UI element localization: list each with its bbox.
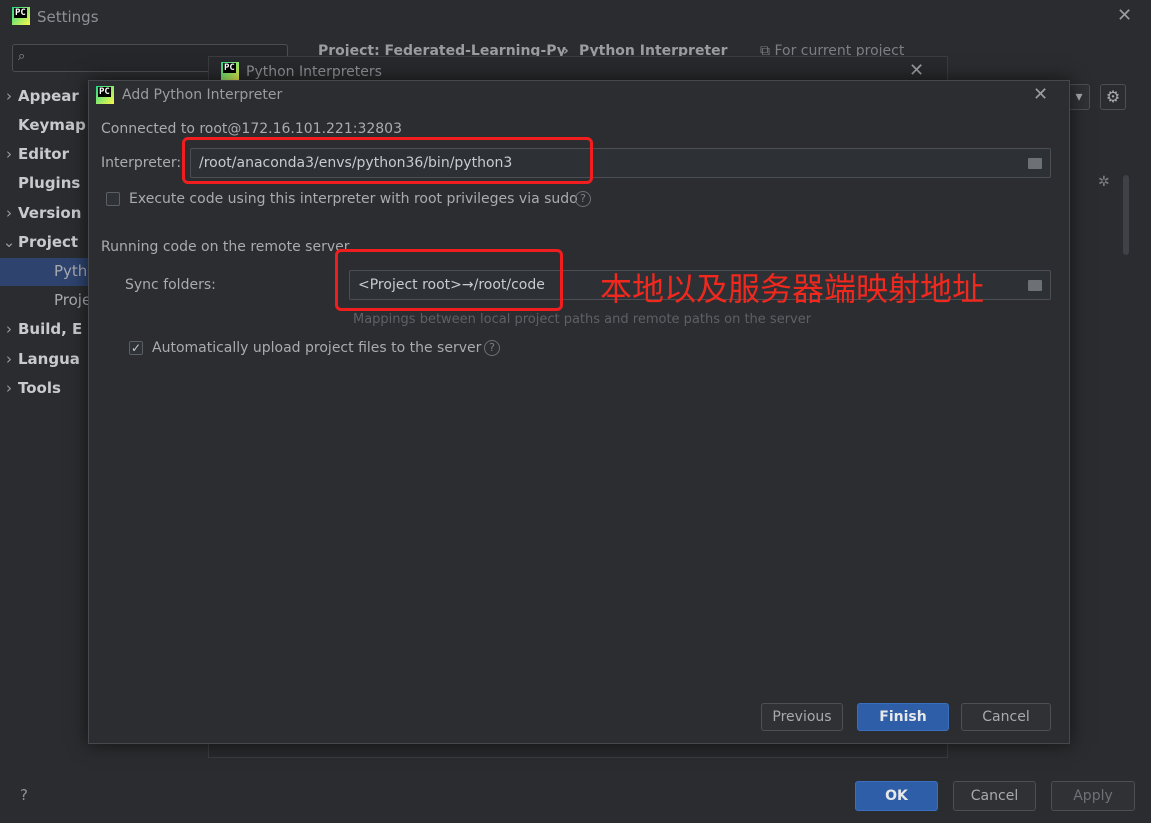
previous-button[interactable]: Previous — [761, 703, 843, 731]
sidebar-item-label: Version — [18, 204, 82, 222]
sudo-label: Execute code using this interpreter with… — [129, 191, 578, 207]
sidebar-item-languages[interactable]: › Langua — [0, 350, 95, 378]
pycharm-logo-icon: PC — [221, 62, 239, 80]
add-dialog-cancel-button[interactable]: Cancel — [961, 703, 1051, 731]
sidebar-item-appearance[interactable]: › Appear — [0, 87, 95, 115]
gear-icon[interactable]: ⚙ — [1100, 84, 1126, 110]
sidebar-item-label: Keymap — [18, 116, 86, 134]
chevron-right-icon: › — [6, 379, 12, 397]
pycharm-logo-icon: PC — [96, 86, 114, 104]
interpreters-close-icon[interactable]: ✕ — [909, 60, 924, 81]
sidebar-item-label: Editor — [18, 145, 69, 163]
finish-button[interactable]: Finish — [857, 703, 949, 731]
chevron-right-icon: › — [6, 350, 12, 368]
chevron-right-icon: › — [6, 320, 12, 338]
connection-status: Connected to root@172.16.101.221:32803 — [101, 121, 402, 137]
sidebar-item-keymap[interactable]: Keymap — [0, 116, 95, 144]
sidebar-item-tools[interactable]: › Tools — [0, 379, 95, 407]
chevron-down-icon: ⌄ — [2, 233, 16, 251]
remote-section-heading: Running code on the remote server — [101, 239, 350, 255]
browse-folder-icon[interactable] — [1028, 280, 1042, 291]
add-dialog-close-icon[interactable]: ✕ — [1033, 84, 1048, 105]
auto-upload-label: Automatically upload project files to th… — [152, 340, 482, 356]
sidebar-item-label: Build, E — [18, 320, 83, 338]
interpreter-highlight-box — [182, 137, 593, 184]
sidebar-item-editor[interactable]: › Editor — [0, 145, 95, 173]
apply-button[interactable]: Apply — [1051, 781, 1135, 811]
scrollbar[interactable] — [1123, 175, 1129, 255]
sidebar-item-project[interactable]: ⌄ Project — [0, 233, 95, 261]
interpreter-dropdown-button[interactable]: ▾ — [1068, 84, 1090, 110]
sidebar-item-label: Plugins — [18, 174, 81, 192]
sidebar-item-plugins[interactable]: Plugins — [0, 174, 95, 202]
sync-folders-hint: Mappings between local project paths and… — [353, 312, 812, 327]
sidebar-item-label: Tools — [18, 379, 61, 397]
auto-upload-checkbox[interactable]: ✓ — [129, 341, 143, 355]
mapping-annotation: 本地以及服务器端映射地址 — [600, 270, 985, 308]
sidebar-item-label: Langua — [18, 350, 80, 368]
chevron-right-icon: › — [6, 145, 12, 163]
add-dialog-title: Add Python Interpreter — [122, 87, 283, 103]
sync-folders-highlight-box — [335, 249, 563, 311]
loading-spinner-icon: ✲ — [1098, 174, 1110, 190]
cancel-button[interactable]: Cancel — [953, 781, 1036, 811]
sidebar-item-label: Project — [18, 233, 79, 251]
interpreters-dialog-title: Python Interpreters — [246, 64, 382, 80]
browse-folder-icon[interactable] — [1028, 158, 1042, 169]
pycharm-logo-icon: PC — [12, 7, 30, 25]
chevron-right-icon: › — [6, 204, 12, 222]
interpreter-label: Interpreter: — [101, 155, 182, 171]
sync-folders-label: Sync folders: — [125, 277, 216, 293]
chevron-right-icon: › — [6, 87, 12, 105]
sidebar-item-version-control[interactable]: › Version — [0, 204, 95, 232]
sidebar-item-label: Appear — [18, 87, 79, 105]
sidebar-item-label: Proje — [54, 291, 92, 309]
sidebar-item-build[interactable]: › Build, E — [0, 320, 95, 348]
sudo-checkbox[interactable] — [106, 192, 120, 206]
help-icon[interactable]: ? — [575, 191, 591, 207]
settings-title: Settings — [37, 8, 99, 26]
settings-close-icon[interactable]: ✕ — [1117, 5, 1132, 26]
ok-button[interactable]: OK — [855, 781, 938, 811]
search-icon: ⌕ — [18, 49, 26, 64]
help-button[interactable]: ? — [20, 786, 28, 804]
help-icon[interactable]: ? — [484, 340, 500, 356]
